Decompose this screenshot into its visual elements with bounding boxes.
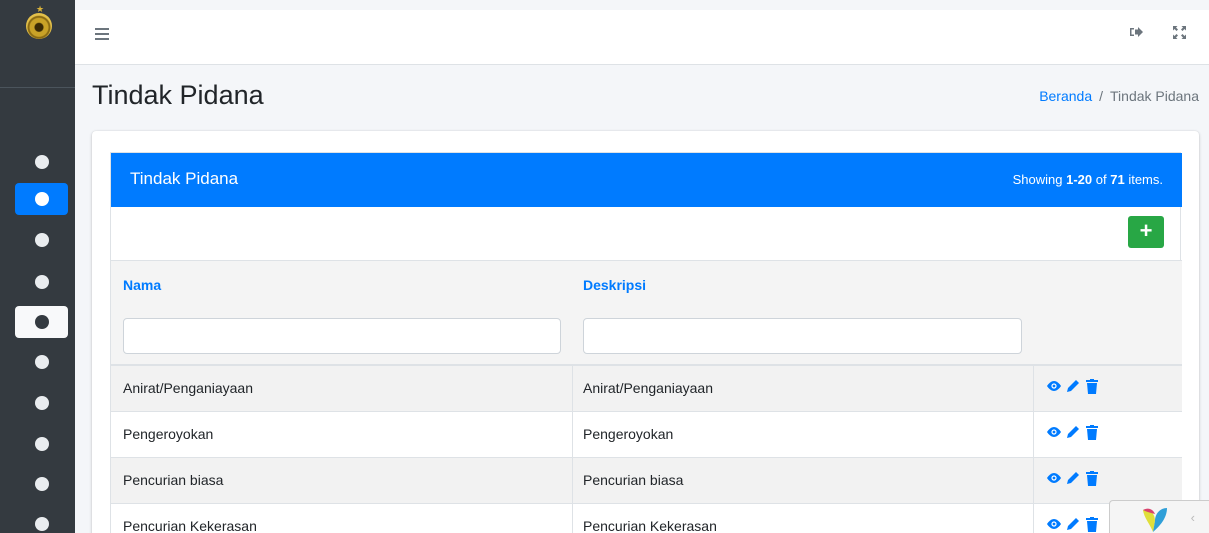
- logout-icon[interactable]: [1129, 26, 1143, 41]
- column-header-nama[interactable]: Nama: [123, 277, 161, 293]
- yii-logo-icon[interactable]: [1140, 504, 1170, 533]
- pencil-icon[interactable]: [1066, 379, 1080, 398]
- circle-icon: [35, 355, 49, 369]
- top-navbar: [75, 0, 1209, 65]
- circle-icon: [35, 192, 49, 206]
- eye-icon[interactable]: [1046, 471, 1062, 489]
- cell-deskripsi: Pencurian Kekerasan: [583, 518, 717, 533]
- filter-nama-input[interactable]: [123, 318, 561, 354]
- eye-icon[interactable]: [1046, 379, 1062, 397]
- table-row: Anirat/Penganiayaan Anirat/Penganiayaan: [111, 366, 1182, 412]
- sidebar-item-3[interactable]: [15, 224, 68, 256]
- circle-icon: [35, 315, 49, 329]
- circle-icon: [35, 477, 49, 491]
- circle-icon: [35, 275, 49, 289]
- cell-deskripsi: Pencurian biasa: [583, 472, 684, 488]
- circle-icon: [35, 155, 49, 169]
- table-row: Pengeroyokan Pengeroyokan: [111, 412, 1182, 458]
- add-button[interactable]: +: [1128, 216, 1164, 248]
- column-header-deskripsi[interactable]: Deskripsi: [583, 277, 646, 293]
- row-actions: [1046, 471, 1106, 489]
- cell-nama: Pengeroyokan: [123, 426, 214, 442]
- brand[interactable]: ★: [0, 0, 75, 88]
- table-row: Pencurian Kekerasan Pencurian Kekerasan: [111, 504, 1182, 533]
- grid-card-header: Tindak Pidana Showing 1-20 of 71 items.: [111, 153, 1182, 207]
- sidebar-item-9[interactable]: [15, 468, 68, 500]
- collapse-chevron-icon[interactable]: ‹: [1191, 510, 1195, 525]
- debug-toolbar[interactable]: ‹: [1109, 500, 1209, 533]
- eye-icon[interactable]: [1046, 517, 1062, 533]
- sidebar-item-2[interactable]: [15, 183, 68, 215]
- sidebar-item-10[interactable]: [15, 508, 68, 533]
- cell-nama: Anirat/Penganiayaan: [123, 380, 253, 396]
- column-divider: [572, 458, 573, 504]
- trash-icon[interactable]: [1086, 425, 1098, 445]
- circle-icon: [35, 233, 49, 247]
- pencil-icon[interactable]: [1066, 425, 1080, 444]
- sidebar-item-4[interactable]: [15, 266, 68, 298]
- circle-icon: [35, 517, 49, 531]
- cell-deskripsi: Anirat/Penganiayaan: [583, 380, 713, 396]
- breadcrumb: Beranda / Tindak Pidana: [1039, 88, 1199, 104]
- sidebar-item-6[interactable]: [15, 346, 68, 378]
- cell-deskripsi: Pengeroyokan: [583, 426, 674, 442]
- row-actions: [1046, 379, 1106, 397]
- grid-card: Tindak Pidana Showing 1-20 of 71 items. …: [110, 152, 1182, 533]
- breadcrumb-current: Tindak Pidana: [1110, 88, 1199, 104]
- cell-nama: Pencurian biasa: [123, 472, 224, 488]
- column-divider: [572, 412, 573, 458]
- column-divider: [1033, 412, 1034, 458]
- sidebar-item-5[interactable]: [15, 306, 68, 338]
- column-divider: [1033, 504, 1034, 533]
- pencil-icon[interactable]: [1066, 517, 1080, 533]
- circle-icon: [35, 437, 49, 451]
- trash-icon[interactable]: [1086, 517, 1098, 533]
- table-row: Pencurian biasa Pencurian biasa: [111, 458, 1182, 504]
- column-divider: [572, 504, 573, 533]
- sidebar-item-1[interactable]: [15, 146, 68, 178]
- grid-summary: Showing 1-20 of 71 items.: [1012, 172, 1163, 187]
- sidebar: ★: [0, 0, 75, 533]
- sidebar-item-8[interactable]: [15, 428, 68, 460]
- trash-icon[interactable]: [1086, 379, 1098, 399]
- sidebar-item-7[interactable]: [15, 387, 68, 419]
- breadcrumb-separator: /: [1099, 88, 1104, 104]
- police-logo-icon[interactable]: [26, 13, 52, 39]
- row-actions: [1046, 517, 1106, 533]
- page-title: Tindak Pidana: [92, 80, 264, 110]
- fullscreen-icon[interactable]: [1173, 26, 1186, 42]
- column-divider: [572, 366, 573, 412]
- eye-icon[interactable]: [1046, 425, 1062, 443]
- row-actions: [1046, 425, 1106, 443]
- column-divider: [1033, 366, 1034, 412]
- menu-icon[interactable]: [95, 28, 109, 40]
- table-header: Nama Deskripsi: [111, 260, 1182, 366]
- pencil-icon[interactable]: [1066, 471, 1080, 490]
- breadcrumb-home-link[interactable]: Beranda: [1039, 88, 1092, 104]
- cell-nama: Pencurian Kekerasan: [123, 518, 257, 533]
- trash-icon[interactable]: [1086, 471, 1098, 491]
- filter-deskripsi-input[interactable]: [583, 318, 1022, 354]
- grid-card-title: Tindak Pidana: [130, 169, 239, 188]
- circle-icon: [35, 396, 49, 410]
- column-divider: [1033, 458, 1034, 504]
- logo-star-icon: ★: [36, 4, 45, 14]
